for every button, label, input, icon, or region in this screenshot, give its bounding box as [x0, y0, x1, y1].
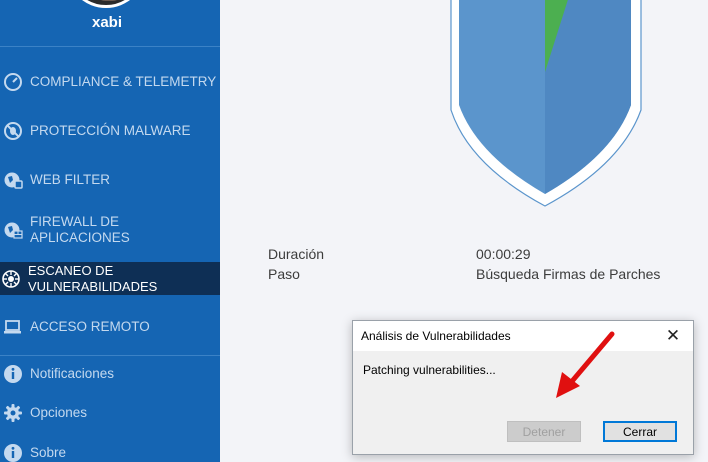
step-label: Paso [268, 266, 300, 282]
laptop-remote-icon [3, 317, 23, 337]
sidebar-item-label: ESCANEO DE VULNERABILIDADES [28, 262, 158, 294]
avatar[interactable] [66, 0, 146, 8]
gear-icon [3, 403, 23, 423]
sidebar-item-label: PROTECCIÓN MALWARE [30, 123, 191, 138]
sidebar-item-malware[interactable]: PROTECCIÓN MALWARE [0, 119, 220, 143]
info-icon [3, 443, 23, 462]
vulnerability-dialog: Análisis de Vulnerabilidades ✕ Patching … [352, 320, 694, 455]
avatar-face [91, 0, 127, 1]
sidebar-item-label: Sobre [30, 445, 67, 460]
sidebar-item-label: WEB FILTER [30, 172, 111, 187]
gauge-icon [3, 72, 23, 92]
sidebar-item-label: Notificaciones [30, 366, 115, 381]
sidebar-item-label: FIREWALL DE APLICACIONES [30, 214, 130, 245]
annotation-arrow-icon [556, 331, 615, 398]
sidebar-item-compliance[interactable]: COMPLIANCE & TELEMETRY [0, 70, 220, 94]
info-icon [3, 364, 23, 384]
sidebar-item-about[interactable]: Sobre [0, 441, 220, 462]
vulnerability-scan-icon [1, 269, 21, 289]
username: xabi [91, 14, 122, 31]
sidebar-item-vulnerabilities[interactable]: ESCANEO DE VULNERABILIDADES [0, 262, 220, 295]
sidebar-item-notifications[interactable]: Notificaciones [0, 362, 220, 386]
sidebar-item-options[interactable]: Opciones [0, 401, 220, 425]
sidebar-divider [0, 355, 220, 356]
dialog-titlebar[interactable]: Análisis de Vulnerabilidades ✕ [353, 321, 693, 351]
globe-firewall-icon [3, 220, 23, 240]
duration-value: 00:00:29 [476, 246, 531, 262]
sidebar-item-label: Opciones [30, 405, 88, 420]
dialog-message: Patching vulnerabilities... [363, 363, 496, 377]
sidebar-divider [0, 46, 220, 47]
sidebar-item-web-filter[interactable]: WEB FILTER [0, 168, 220, 192]
dialog-title: Análisis de Vulnerabilidades [361, 329, 511, 343]
stop-button[interactable]: Detener [507, 421, 581, 442]
sidebar: xabi COMPLIANCE & TELEMETRY PROTECCIÓN M… [0, 0, 220, 462]
close-button[interactable]: Cerrar [603, 421, 677, 442]
sidebar-item-label: COMPLIANCE & TELEMETRY [30, 74, 217, 89]
duration-label: Duración [268, 246, 325, 262]
sidebar-item-firewall[interactable]: FIREWALL DE APLICACIONES [0, 212, 220, 248]
shield-progress-icon [450, 0, 642, 207]
globe-filter-icon [3, 170, 23, 190]
close-icon[interactable]: ✕ [661, 324, 685, 348]
sidebar-item-label: ACCESO REMOTO [30, 319, 150, 334]
sidebar-item-remote[interactable]: ACCESO REMOTO [0, 315, 220, 339]
no-bug-icon [3, 121, 23, 141]
step-value: Búsqueda Firmas de Parches [476, 266, 661, 282]
